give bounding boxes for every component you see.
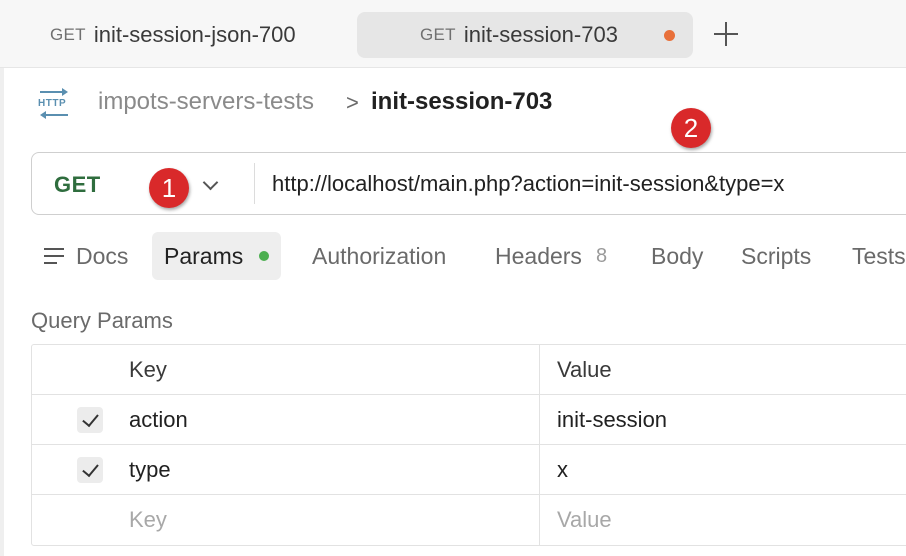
breadcrumb-collection[interactable]: impots-servers-tests (98, 88, 314, 116)
params-active-dot (259, 251, 270, 261)
param-enabled-checkbox[interactable] (77, 457, 103, 483)
param-key-cell[interactable]: type (129, 457, 171, 483)
divider (254, 163, 255, 204)
tab-method: GET (50, 25, 86, 44)
annotation-badge-2: 2 (671, 108, 711, 148)
column-header-value: Value (557, 357, 612, 382)
tab-label: Body (651, 242, 704, 269)
tab-label: Docs (76, 242, 129, 269)
method-dropdown[interactable]: GET (32, 153, 254, 214)
tab-init-session-703[interactable]: GET init-session-703 (357, 12, 693, 58)
tab-body[interactable]: Body (651, 232, 703, 280)
request-tabs: Docs Params Authorization Headers 8 Body… (0, 232, 906, 280)
param-value-cell[interactable]: x (557, 457, 568, 483)
tab-label: Tests (852, 242, 906, 269)
query-params-title: Query Params (31, 308, 173, 333)
tab-label: Authorization (312, 242, 447, 269)
new-param-value-input[interactable]: Value (557, 507, 612, 533)
tab-label: Params (164, 242, 244, 269)
param-key-cell[interactable]: action (129, 407, 188, 433)
headers-count: 8 (595, 244, 608, 267)
table-row: type x (32, 445, 906, 495)
http-icon: HTTP (38, 88, 72, 120)
tab-authorization[interactable]: Authorization (312, 232, 446, 280)
tab-bar: GET init-session-json-700 GET init-sessi… (0, 0, 906, 68)
table-row: action init-session (32, 395, 906, 445)
tab-label: init-session-703 (463, 22, 618, 47)
tab-label: Headers (495, 242, 582, 269)
annotation-badge-1: 1 (149, 168, 189, 208)
method-label: GET (54, 172, 101, 197)
tab-docs[interactable]: Docs (44, 232, 128, 280)
tab-scripts[interactable]: Scripts (741, 232, 811, 280)
tab-headers[interactable]: Headers 8 (495, 232, 607, 280)
table-header-row: Key Value (32, 345, 906, 395)
column-header-key: Key (129, 357, 167, 382)
docs-icon (44, 247, 66, 265)
tab-label: Scripts (741, 242, 812, 269)
new-param-key-input[interactable]: Key (129, 507, 167, 533)
query-params-table: Key Value action init-session type x Key… (31, 344, 906, 546)
table-row-new: Key Value (32, 495, 906, 545)
tab-tests[interactable]: Tests (852, 232, 906, 280)
unsaved-changes-dot (664, 30, 675, 41)
param-value-cell[interactable]: init-session (557, 407, 667, 433)
tab-init-session-json-700[interactable]: GET init-session-json-700 (50, 12, 296, 58)
new-tab-plus-icon[interactable] (710, 18, 742, 50)
url-input[interactable] (272, 153, 906, 214)
breadcrumb-separator: > (346, 90, 359, 115)
chevron-down-icon (202, 174, 219, 191)
tab-label: init-session-json-700 (93, 22, 296, 47)
breadcrumb-request-name[interactable]: init-session-703 (371, 88, 552, 116)
tab-method: GET (420, 25, 456, 44)
param-enabled-checkbox[interactable] (77, 407, 103, 433)
tab-params[interactable]: Params (152, 232, 282, 280)
